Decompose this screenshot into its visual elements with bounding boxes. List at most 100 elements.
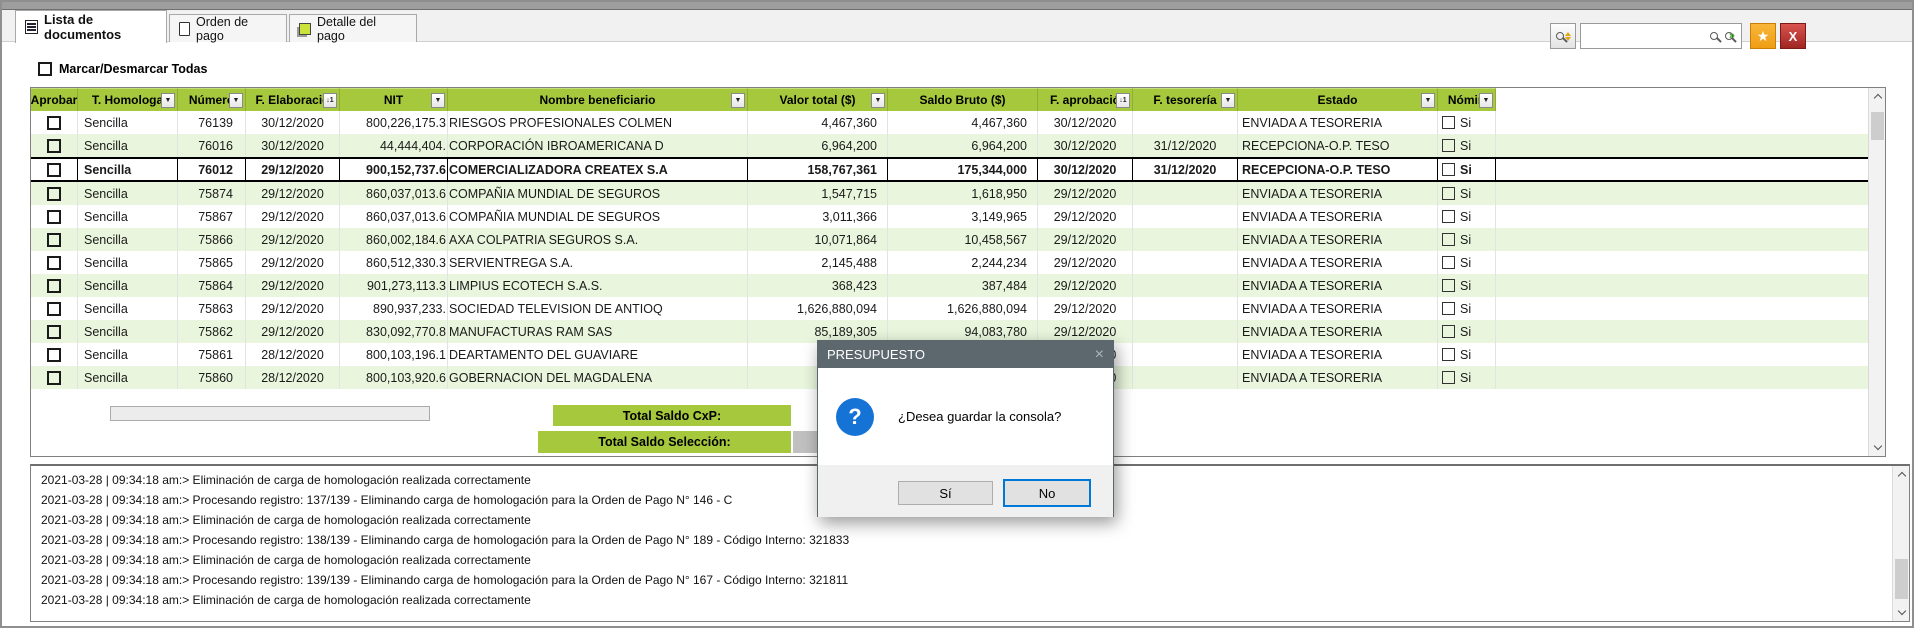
favorite-button[interactable]: ★: [1750, 23, 1776, 49]
column-header-f-elaboraci-[interactable]: F. Elaboració↓1: [246, 88, 340, 111]
sort-icon[interactable]: ↓1: [1116, 93, 1130, 108]
scroll-up-arrow[interactable]: [1869, 88, 1886, 105]
approve-checkbox[interactable]: [47, 371, 61, 385]
cell-nit: 860,512,330.3: [340, 251, 448, 274]
approve-checkbox[interactable]: [47, 325, 61, 339]
column-header-estado[interactable]: Estado▼: [1238, 88, 1438, 111]
table-row[interactable]: Sencilla7587429/12/2020860,037,013.6COMP…: [31, 182, 1885, 205]
search-icon[interactable]: [1710, 32, 1718, 40]
log-scrollbar[interactable]: [1892, 466, 1909, 621]
filter-dropdown-icon[interactable]: ▼: [161, 93, 175, 108]
cell-aprobar[interactable]: [31, 366, 78, 389]
column-header-valor-total-[interactable]: Valor total ($)▼: [748, 88, 888, 111]
cell-aprobar[interactable]: [31, 297, 78, 320]
scroll-up-arrow[interactable]: [1893, 466, 1910, 483]
cell-f_tesoreria: 31/12/2020: [1133, 134, 1238, 157]
tab-detalle-del-pago[interactable]: Detalle del pago: [289, 14, 417, 42]
scrollbar-thumb[interactable]: [1895, 559, 1908, 599]
nomina-checkbox[interactable]: [1442, 371, 1455, 384]
cell-aprobar[interactable]: [31, 228, 78, 251]
filter-dropdown-icon[interactable]: ▼: [229, 93, 243, 108]
table-row[interactable]: Sencilla7601630/12/202044,444,404.CORPOR…: [31, 134, 1885, 157]
table-row[interactable]: Sencilla7586429/12/2020901,273,113.3LIMP…: [31, 274, 1885, 297]
table-scrollbar[interactable]: [1868, 88, 1885, 456]
nomina-checkbox[interactable]: [1442, 139, 1455, 152]
scroll-down-arrow[interactable]: [1869, 439, 1886, 456]
dialog-footer: Sí No: [818, 465, 1113, 517]
nomina-checkbox[interactable]: [1442, 116, 1455, 129]
filter-dropdown-icon[interactable]: ▼: [871, 93, 885, 108]
scroll-down-arrow[interactable]: [1893, 604, 1910, 621]
column-header-nombre-beneficiario[interactable]: Nombre beneficiario▼: [448, 88, 748, 111]
search-refresh-button[interactable]: [1550, 23, 1576, 49]
nomina-label: Si: [1460, 348, 1471, 362]
approve-checkbox[interactable]: [47, 139, 61, 153]
cell-aprobar[interactable]: [31, 343, 78, 366]
nomina-label: Si: [1460, 371, 1471, 385]
filter-dropdown-icon[interactable]: ▼: [731, 93, 745, 108]
approve-checkbox[interactable]: [47, 116, 61, 130]
table-row[interactable]: Sencilla7586629/12/2020860,002,184.6AXA …: [31, 228, 1885, 251]
column-header-t-homologa[interactable]: T. Homologa▼: [78, 88, 178, 111]
close-button[interactable]: X: [1780, 23, 1806, 49]
filter-dropdown-icon[interactable]: ▼: [1221, 93, 1235, 108]
nomina-checkbox[interactable]: [1442, 256, 1455, 269]
tab-lista-de-documentos[interactable]: Lista de documentos: [15, 10, 167, 43]
approve-checkbox[interactable]: [47, 348, 61, 362]
search-next-icon[interactable]: »: [1725, 31, 1735, 42]
search-input[interactable]: [1581, 24, 1710, 48]
scrollbar-thumb[interactable]: [1871, 112, 1884, 140]
table-row[interactable]: Sencilla7586529/12/2020860,512,330.3SERV…: [31, 251, 1885, 274]
cell-nit: 890,937,233.: [340, 297, 448, 320]
cell-nit: 800,226,175.3: [340, 111, 448, 134]
table-row[interactable]: Sencilla7586329/12/2020890,937,233.SOCIE…: [31, 297, 1885, 320]
yes-button[interactable]: Sí: [898, 481, 993, 505]
cell-aprobar[interactable]: [31, 159, 78, 180]
cell-aprobar[interactable]: [31, 251, 78, 274]
nomina-checkbox[interactable]: [1442, 233, 1455, 246]
approve-checkbox[interactable]: [47, 279, 61, 293]
table-row[interactable]: Sencilla7586729/12/2020860,037,013.6COMP…: [31, 205, 1885, 228]
table-row[interactable]: Sencilla7601229/12/2020900,152,737.6COME…: [31, 157, 1885, 182]
column-header-f-tesorer-a[interactable]: F. tesorería▼: [1133, 88, 1238, 111]
nomina-checkbox[interactable]: [1442, 210, 1455, 223]
approve-checkbox[interactable]: [47, 210, 61, 224]
filter-dropdown-icon[interactable]: ▼: [431, 93, 445, 108]
tab-orden-de-pago[interactable]: Orden de pago: [169, 14, 287, 42]
column-header-aprobar[interactable]: Aprobar: [31, 88, 78, 111]
dialog-close-icon[interactable]: ×: [1095, 347, 1104, 363]
cell-aprobar[interactable]: [31, 205, 78, 228]
column-header-n-min[interactable]: Nómin▼: [1438, 88, 1496, 111]
dialog-title-bar[interactable]: PRESUPUESTO ×: [818, 341, 1113, 368]
nomina-checkbox[interactable]: [1442, 163, 1455, 176]
tab-label: Lista de documentos: [44, 12, 157, 42]
nomina-label: Si: [1460, 325, 1471, 339]
no-button[interactable]: No: [1003, 479, 1091, 507]
approve-checkbox[interactable]: [47, 233, 61, 247]
nomina-checkbox[interactable]: [1442, 302, 1455, 315]
filter-dropdown-icon[interactable]: ▼: [1479, 93, 1493, 108]
approve-checkbox[interactable]: [47, 256, 61, 270]
cell-f_elaboracion: 29/12/2020: [246, 297, 340, 320]
approve-checkbox[interactable]: [47, 163, 61, 177]
column-header-saldo-bruto-[interactable]: Saldo Bruto ($): [888, 88, 1038, 111]
cell-aprobar[interactable]: [31, 320, 78, 343]
cell-aprobar[interactable]: [31, 111, 78, 134]
select-all-checkbox[interactable]: [38, 62, 52, 76]
sort-icon[interactable]: ↓1: [323, 93, 337, 108]
approve-checkbox[interactable]: [47, 302, 61, 316]
approve-checkbox[interactable]: [47, 187, 61, 201]
filter-dropdown-icon[interactable]: ▼: [1421, 93, 1435, 108]
nomina-checkbox[interactable]: [1442, 325, 1455, 338]
nomina-checkbox[interactable]: [1442, 279, 1455, 292]
column-header-n-mero[interactable]: Número▼: [178, 88, 246, 111]
cell-aprobar[interactable]: [31, 182, 78, 205]
column-header-f-aprobaci-[interactable]: F. aprobació↓1: [1038, 88, 1133, 111]
nomina-checkbox[interactable]: [1442, 187, 1455, 200]
nomina-checkbox[interactable]: [1442, 348, 1455, 361]
cell-aprobar[interactable]: [31, 134, 78, 157]
table-row[interactable]: Sencilla7613930/12/2020800,226,175.3RIES…: [31, 111, 1885, 134]
cell-aprobar[interactable]: [31, 274, 78, 297]
column-header-nit[interactable]: NIT▼: [340, 88, 448, 111]
cell-f_tesoreria: [1133, 205, 1238, 228]
